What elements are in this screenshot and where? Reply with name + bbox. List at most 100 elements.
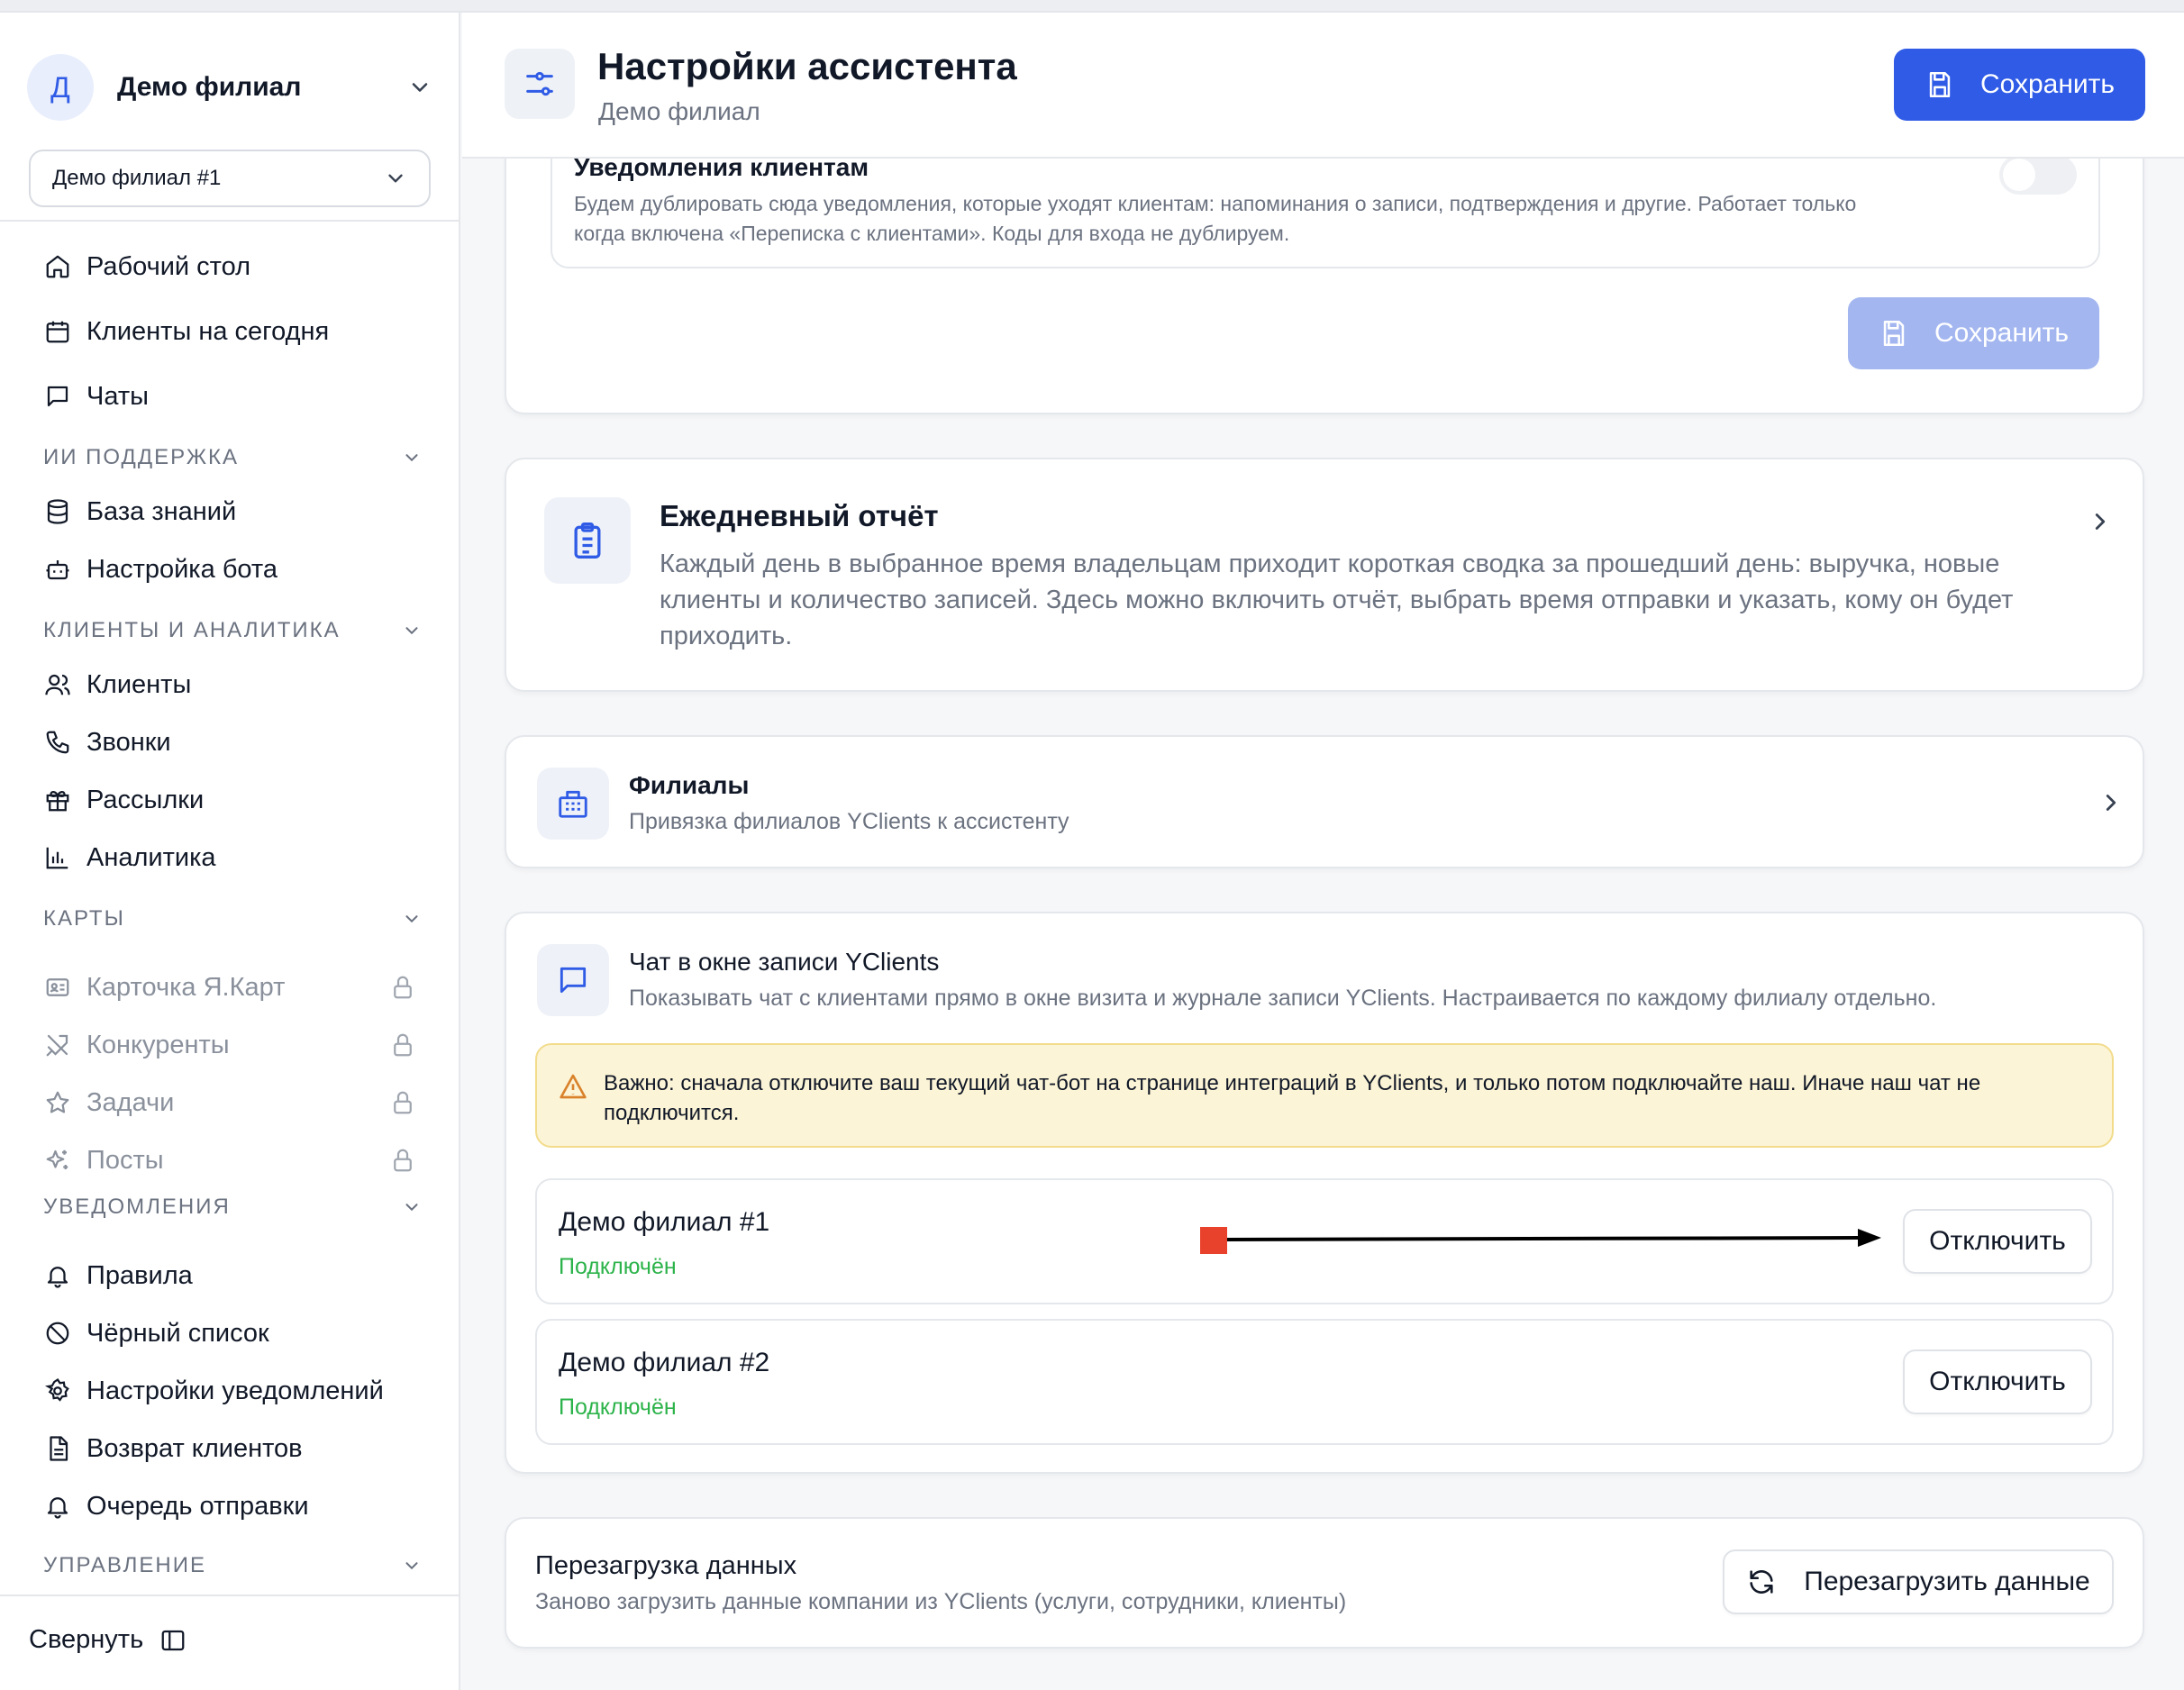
gift-icon [43, 786, 72, 814]
page-header: Настройки ассистента Демо филиал Сохрани… [462, 13, 2184, 159]
sidebar-item-label: Настройки уведомлений [86, 1376, 384, 1405]
branch-select[interactable]: Демо филиал #1 [29, 150, 431, 207]
bell-icon [43, 1492, 72, 1521]
section-ai-support[interactable]: ИИ ПОДДЕРЖКА [43, 440, 422, 476]
collapse-label: Свернуть [29, 1625, 144, 1654]
sidebar-item-ya-card[interactable]: Карточка Я.Карт [43, 966, 422, 1009]
section-notifications[interactable]: УВЕДОМЛЕНИЯ [43, 1189, 422, 1225]
lock-icon [394, 1149, 412, 1172]
lock-icon [394, 976, 412, 999]
save-label: Сохранить [1979, 69, 2116, 99]
reload-button-label: Перезагрузить данные [1804, 1567, 2090, 1596]
notifications-description: Будем дублировать сюда уведомления, кото… [574, 192, 1857, 245]
sliders-icon [505, 49, 575, 119]
sidebar-item-label: Клиенты на сегодня [86, 316, 330, 346]
sidebar-panel-icon [161, 1630, 185, 1650]
branches-card[interactable]: Филиалы Привязка филиалов YClients к асс… [505, 735, 2144, 868]
warning-triangle-icon [560, 1074, 587, 1099]
sidebar-item-label: Настройка бота [86, 554, 278, 584]
bot-icon [43, 555, 72, 584]
sidebar-item-label: Правила [86, 1260, 193, 1290]
sidebar-item-label: Звонки [86, 727, 171, 757]
sidebar-item-return-clients[interactable]: Возврат клиентов [43, 1427, 422, 1470]
sidebar-item-label: Чаты [86, 381, 149, 411]
chat-widget-description: Показывать чат с клиентами прямо в окне … [629, 986, 1937, 1011]
lock-icon [394, 1033, 412, 1057]
card-save-button[interactable]: Сохранить [1848, 297, 2099, 369]
file-text-icon [43, 1434, 72, 1463]
page-title: Настройки ассистента [597, 45, 1017, 87]
sidebar-item-rules[interactable]: Правила [43, 1254, 422, 1297]
chevron-down-icon [388, 174, 403, 183]
star-icon [43, 1088, 72, 1117]
branch-row: Демо филиал #2 Подключён Отключить [535, 1319, 2114, 1445]
sidebar-item-label: Клиенты [86, 669, 192, 699]
notifications-toggle[interactable] [1999, 155, 2077, 195]
sidebar: Д Демо филиал Демо филиал #1 Рабочий сто… [0, 13, 460, 1690]
sidebar-item-posts[interactable]: Посты [43, 1139, 422, 1182]
sidebar-item-clients-today[interactable]: Клиенты на сегодня [43, 310, 422, 353]
message-square-icon [43, 382, 72, 411]
sparkles-icon [43, 1146, 72, 1175]
divider [0, 1595, 460, 1596]
daily-report-card[interactable]: Ежедневный отчёт Каждый день в выбранное… [505, 458, 2144, 692]
users-icon [43, 670, 72, 699]
org-switcher[interactable]: Д Демо филиал [27, 40, 432, 135]
sidebar-item-knowledge[interactable]: База знаний [43, 490, 422, 533]
sidebar-item-label: Конкуренты [86, 1030, 230, 1059]
reload-title: Перезагрузка данных [535, 1551, 797, 1580]
sidebar-item-label: Посты [86, 1145, 164, 1175]
lock-icon [394, 1091, 412, 1114]
sidebar-item-tasks[interactable]: Задачи [43, 1081, 422, 1124]
avatar: Д [27, 54, 94, 121]
sidebar-item-bot-settings[interactable]: Настройка бота [43, 548, 422, 591]
sidebar-item-competitors[interactable]: Конкуренты [43, 1023, 422, 1067]
section-label: УПРАВЛЕНИЕ [43, 1553, 206, 1577]
branch-select-value: Демо филиал #1 [52, 166, 222, 190]
branch-name: Демо филиал #2 [559, 1348, 770, 1377]
branches-description: Привязка филиалов YClients к ассистенту [629, 809, 1069, 834]
chevron-down-icon [405, 627, 418, 635]
sidebar-item-label: Чёрный список [86, 1318, 269, 1348]
section-management[interactable]: УПРАВЛЕНИЕ [43, 1548, 422, 1584]
bell-icon [43, 1261, 72, 1290]
chevron-down-icon [405, 915, 418, 923]
collapse-sidebar-button[interactable]: Свернуть [29, 1625, 187, 1655]
save-button[interactable]: Сохранить [1894, 49, 2145, 121]
sidebar-item-label: Аналитика [86, 842, 216, 872]
sidebar-item-label: Рассылки [86, 785, 205, 814]
sidebar-item-calls[interactable]: Звонки [43, 721, 422, 764]
sidebar-item-chats[interactable]: Чаты [43, 375, 422, 418]
page-subtitle: Демо филиал [598, 97, 760, 125]
branch-name: Демо филиал #1 [559, 1207, 770, 1237]
section-clients-analytics[interactable]: КЛИЕНТЫ И АНАЛИТИКА [43, 613, 422, 649]
home-icon [43, 252, 72, 281]
disconnect-button[interactable]: Отключить [1903, 1209, 2092, 1274]
database-icon [43, 497, 72, 526]
sidebar-item-analytics[interactable]: Аналитика [43, 836, 422, 879]
branches-title: Филиалы [629, 771, 750, 799]
sidebar-item-desk[interactable]: Рабочий стол [43, 245, 422, 288]
building-icon [537, 768, 609, 840]
chevron-down-icon [405, 454, 418, 462]
sidebar-item-mailings[interactable]: Рассылки [43, 778, 422, 822]
chat-widget-title: Чат в окне записи YClients [629, 948, 940, 976]
gear-icon [43, 1377, 72, 1405]
clipboard-list-icon [544, 497, 631, 584]
section-label: КАРТЫ [43, 906, 125, 931]
sidebar-item-clients[interactable]: Клиенты [43, 663, 422, 706]
sidebar-item-blacklist[interactable]: Чёрный список [43, 1312, 422, 1355]
refresh-icon [1750, 1570, 1773, 1594]
chevron-right-icon [2106, 795, 2116, 811]
save-icon [1929, 71, 1951, 98]
section-maps[interactable]: КАРТЫ [43, 901, 422, 937]
reload-data-button[interactable]: Перезагрузить данные [1723, 1549, 2114, 1614]
chevron-right-icon [2095, 513, 2106, 530]
disconnect-button[interactable]: Отключить [1903, 1349, 2092, 1414]
branch-status: Подключён [559, 1395, 677, 1420]
sidebar-item-queue[interactable]: Очередь отправки [43, 1485, 422, 1528]
reload-description: Заново загрузить данные компании из YCli… [535, 1589, 1347, 1614]
sidebar-item-label: Задачи [86, 1087, 175, 1117]
branch-status: Подключён [559, 1254, 677, 1279]
sidebar-item-notif-settings[interactable]: Настройки уведомлений [43, 1369, 422, 1413]
